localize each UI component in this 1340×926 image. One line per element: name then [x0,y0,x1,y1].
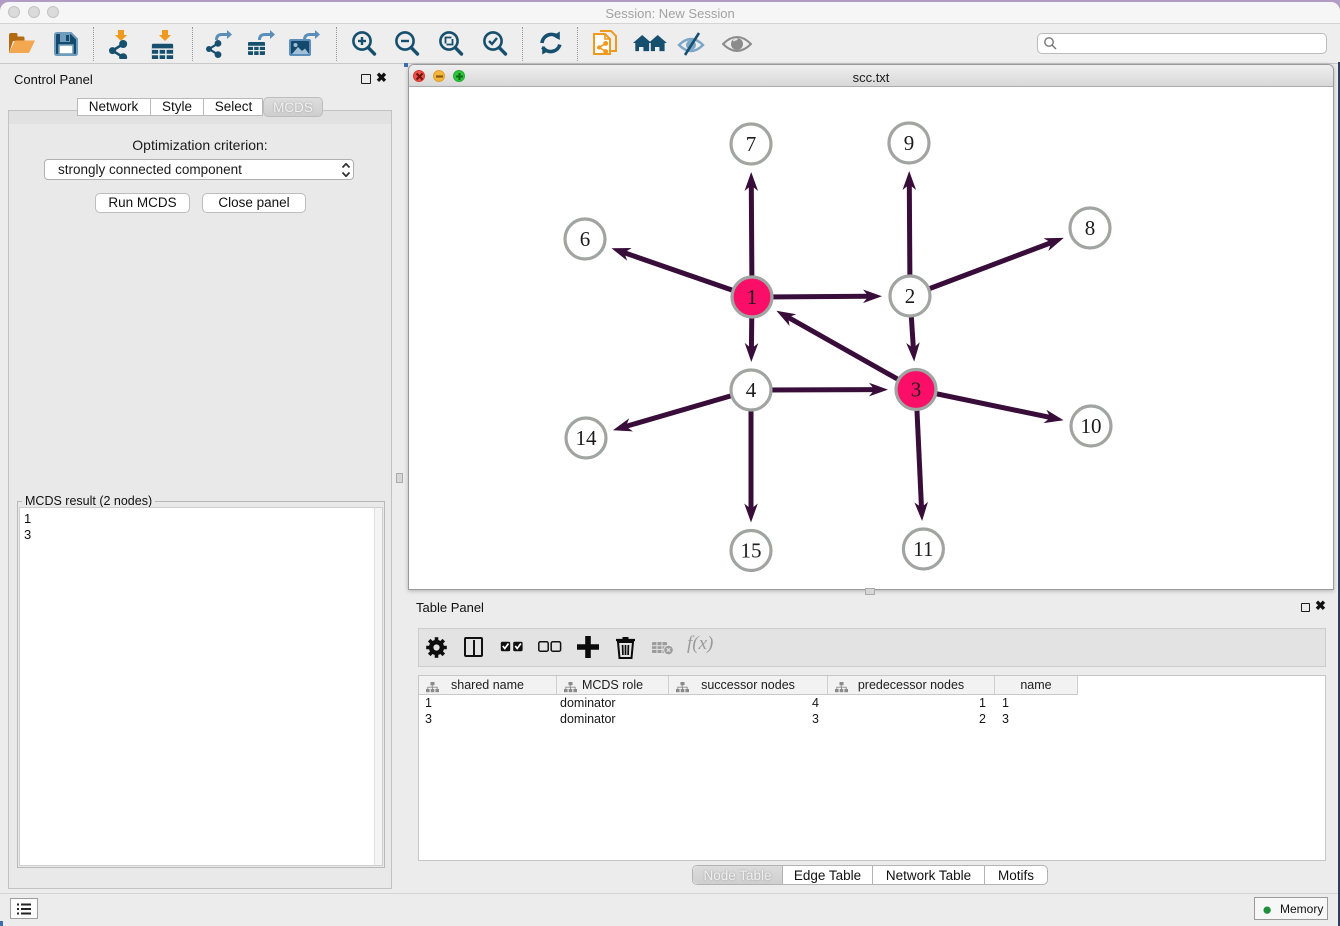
svg-text:14: 14 [576,426,598,450]
svg-text:3: 3 [911,378,922,402]
svg-text:15: 15 [741,539,762,563]
svg-text:11: 11 [913,537,933,561]
svg-text:9: 9 [904,131,915,155]
svg-text:4: 4 [746,378,757,402]
svg-text:8: 8 [1085,216,1096,240]
svg-text:10: 10 [1081,414,1102,438]
svg-text:2: 2 [905,284,916,308]
svg-text:7: 7 [746,132,757,156]
svg-text:6: 6 [580,227,591,251]
svg-text:1: 1 [747,285,758,309]
